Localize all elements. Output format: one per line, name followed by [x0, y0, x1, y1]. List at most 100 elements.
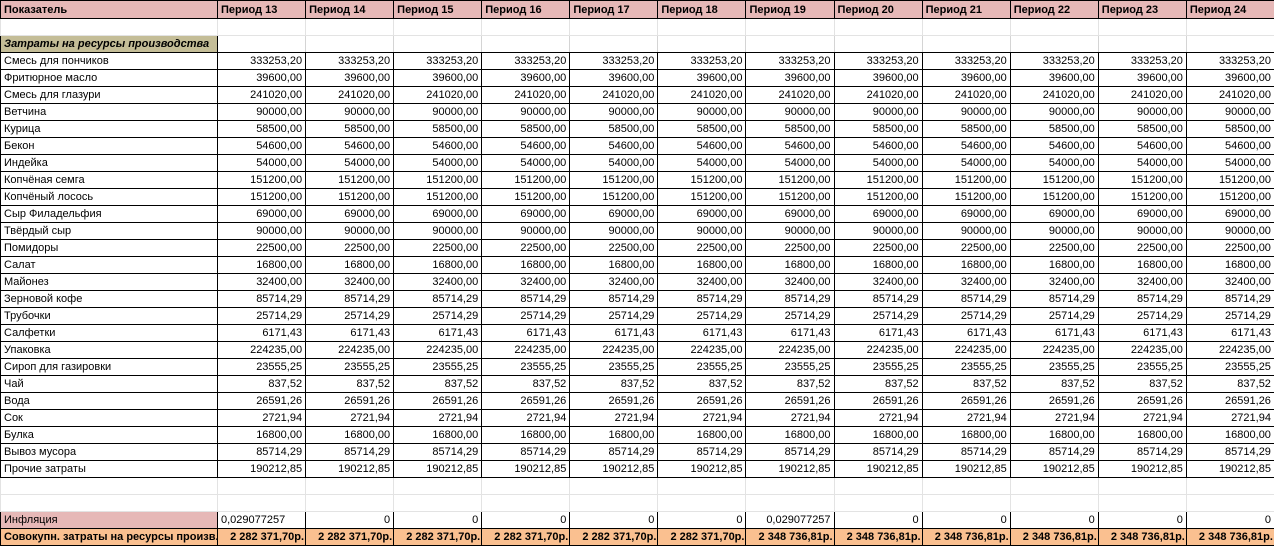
- value-cell[interactable]: 26591,26: [746, 393, 834, 410]
- value-cell[interactable]: 16800,00: [1098, 427, 1186, 444]
- total-value-cell[interactable]: 2 282 371,70р.: [482, 529, 570, 546]
- value-cell[interactable]: 85714,29: [482, 291, 570, 308]
- value-cell[interactable]: 333253,20: [1098, 53, 1186, 70]
- value-cell[interactable]: 26591,26: [1186, 393, 1274, 410]
- value-cell[interactable]: 26591,26: [658, 393, 746, 410]
- value-cell[interactable]: 241020,00: [306, 87, 394, 104]
- value-cell[interactable]: 6171,43: [570, 325, 658, 342]
- value-cell[interactable]: 32400,00: [746, 274, 834, 291]
- value-cell[interactable]: 23555,25: [746, 359, 834, 376]
- empty-cell[interactable]: [1010, 495, 1098, 512]
- value-cell[interactable]: 25714,29: [922, 308, 1010, 325]
- value-cell[interactable]: 151200,00: [306, 172, 394, 189]
- empty-cell[interactable]: [218, 19, 306, 36]
- row-label-cell[interactable]: Помидоры: [1, 240, 218, 257]
- period-header-cell[interactable]: Период 18: [658, 1, 746, 19]
- empty-cell[interactable]: [1186, 478, 1274, 495]
- value-cell[interactable]: 39600,00: [746, 70, 834, 87]
- empty-cell[interactable]: [746, 478, 834, 495]
- value-cell[interactable]: 85714,29: [746, 444, 834, 461]
- value-cell[interactable]: 190212,85: [1010, 461, 1098, 478]
- value-cell[interactable]: 837,52: [1010, 376, 1098, 393]
- value-cell[interactable]: 85714,29: [218, 444, 306, 461]
- value-cell[interactable]: 241020,00: [922, 87, 1010, 104]
- empty-cell[interactable]: [1186, 495, 1274, 512]
- inflation-value-cell[interactable]: 0: [658, 512, 746, 529]
- period-header-cell[interactable]: Период 21: [922, 1, 1010, 19]
- total-value-cell[interactable]: 2 282 371,70р.: [218, 529, 306, 546]
- row-label-cell[interactable]: Бекон: [1, 138, 218, 155]
- row-label-cell[interactable]: Курица: [1, 121, 218, 138]
- value-cell[interactable]: 6171,43: [658, 325, 746, 342]
- value-cell[interactable]: 54000,00: [922, 155, 1010, 172]
- value-cell[interactable]: 90000,00: [834, 223, 922, 240]
- value-cell[interactable]: 54600,00: [306, 138, 394, 155]
- value-cell[interactable]: 333253,20: [746, 53, 834, 70]
- period-header-cell[interactable]: Период 17: [570, 1, 658, 19]
- value-cell[interactable]: 32400,00: [482, 274, 570, 291]
- empty-cell[interactable]: [218, 36, 306, 53]
- value-cell[interactable]: 190212,85: [834, 461, 922, 478]
- inflation-value-cell[interactable]: 0: [834, 512, 922, 529]
- value-cell[interactable]: 151200,00: [570, 172, 658, 189]
- value-cell[interactable]: 2721,94: [1186, 410, 1274, 427]
- value-cell[interactable]: 190212,85: [218, 461, 306, 478]
- value-cell[interactable]: 333253,20: [658, 53, 746, 70]
- value-cell[interactable]: 85714,29: [658, 291, 746, 308]
- value-cell[interactable]: 54000,00: [306, 155, 394, 172]
- value-cell[interactable]: 241020,00: [570, 87, 658, 104]
- empty-cell[interactable]: [1098, 19, 1186, 36]
- empty-cell[interactable]: [482, 19, 570, 36]
- value-cell[interactable]: 6171,43: [482, 325, 570, 342]
- value-cell[interactable]: 32400,00: [306, 274, 394, 291]
- value-cell[interactable]: 26591,26: [570, 393, 658, 410]
- value-cell[interactable]: 16800,00: [834, 257, 922, 274]
- value-cell[interactable]: 54000,00: [482, 155, 570, 172]
- value-cell[interactable]: 90000,00: [1186, 104, 1274, 121]
- value-cell[interactable]: 90000,00: [1010, 223, 1098, 240]
- value-cell[interactable]: 837,52: [658, 376, 746, 393]
- value-cell[interactable]: 151200,00: [1010, 189, 1098, 206]
- value-cell[interactable]: 54600,00: [482, 138, 570, 155]
- value-cell[interactable]: 151200,00: [1010, 172, 1098, 189]
- value-cell[interactable]: 224235,00: [306, 342, 394, 359]
- empty-cell[interactable]: [306, 36, 394, 53]
- value-cell[interactable]: 32400,00: [218, 274, 306, 291]
- value-cell[interactable]: 90000,00: [218, 223, 306, 240]
- value-cell[interactable]: 224235,00: [482, 342, 570, 359]
- value-cell[interactable]: 23555,25: [482, 359, 570, 376]
- value-cell[interactable]: 85714,29: [834, 444, 922, 461]
- value-cell[interactable]: 85714,29: [1186, 444, 1274, 461]
- period-header-cell[interactable]: Период 23: [1098, 1, 1186, 19]
- period-header-cell[interactable]: Период 24: [1186, 1, 1274, 19]
- value-cell[interactable]: 333253,20: [306, 53, 394, 70]
- empty-cell[interactable]: [922, 19, 1010, 36]
- value-cell[interactable]: 22500,00: [922, 240, 1010, 257]
- value-cell[interactable]: 22500,00: [482, 240, 570, 257]
- value-cell[interactable]: 241020,00: [834, 87, 922, 104]
- value-cell[interactable]: 16800,00: [658, 427, 746, 444]
- value-cell[interactable]: 22500,00: [746, 240, 834, 257]
- total-value-cell[interactable]: 2 282 371,70р.: [658, 529, 746, 546]
- value-cell[interactable]: 190212,85: [482, 461, 570, 478]
- value-cell[interactable]: 16800,00: [570, 257, 658, 274]
- value-cell[interactable]: 90000,00: [658, 223, 746, 240]
- empty-cell[interactable]: [570, 36, 658, 53]
- empty-cell[interactable]: [482, 495, 570, 512]
- row-label-cell[interactable]: Булка: [1, 427, 218, 444]
- value-cell[interactable]: 26591,26: [218, 393, 306, 410]
- value-cell[interactable]: 23555,25: [218, 359, 306, 376]
- value-cell[interactable]: 6171,43: [834, 325, 922, 342]
- value-cell[interactable]: 241020,00: [746, 87, 834, 104]
- inflation-value-cell[interactable]: 0: [1098, 512, 1186, 529]
- value-cell[interactable]: 39600,00: [306, 70, 394, 87]
- value-cell[interactable]: 16800,00: [482, 257, 570, 274]
- value-cell[interactable]: 151200,00: [218, 172, 306, 189]
- value-cell[interactable]: 90000,00: [746, 104, 834, 121]
- value-cell[interactable]: 85714,29: [746, 291, 834, 308]
- row-label-cell[interactable]: Твёрдый сыр: [1, 223, 218, 240]
- row-label-cell[interactable]: Ветчина: [1, 104, 218, 121]
- value-cell[interactable]: 85714,29: [1098, 291, 1186, 308]
- value-cell[interactable]: 85714,29: [570, 291, 658, 308]
- empty-cell[interactable]: [658, 19, 746, 36]
